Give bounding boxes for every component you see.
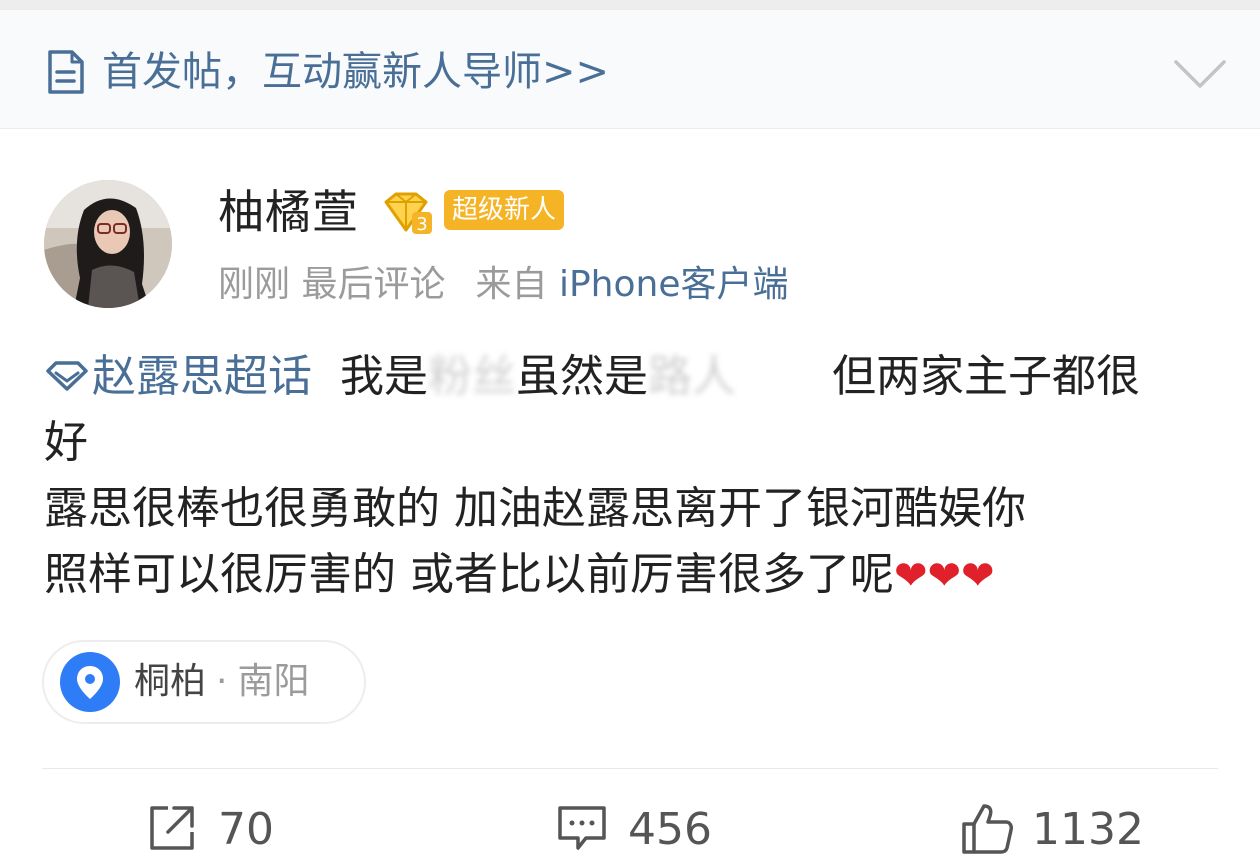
- new-post-notice-bar[interactable]: 首发帖，互动赢新人导师>>: [0, 10, 1260, 129]
- post-time: 刚刚: [218, 264, 291, 305]
- notice-text[interactable]: 首发帖，互动赢新人导师>>: [102, 46, 609, 98]
- avatar[interactable]: [44, 180, 172, 308]
- post-line-2: 好: [44, 417, 88, 468]
- top-strip: [0, 0, 1260, 10]
- share-icon: [150, 806, 194, 850]
- comment-count: 456: [628, 804, 712, 855]
- location-city: 南阳: [237, 661, 310, 702]
- post-text-4: 照样可以很厉害的 或者比以前厉害很多了呢: [44, 549, 894, 600]
- thumbs-up-icon: [962, 804, 1013, 854]
- heart-emojis: ❤❤❤: [894, 553, 995, 599]
- post-line-1: 赵露思超话 我是粉丝虽然是路人 但两家主子都很: [44, 344, 1224, 410]
- super-newbie-badge: 超级新人: [444, 190, 565, 230]
- topic-link[interactable]: 赵露思超话: [44, 351, 312, 402]
- svg-text:3: 3: [416, 214, 427, 235]
- last-comment-label: 最后评论: [301, 264, 446, 305]
- post-line-4: 照样可以很厉害的 或者比以前厉害很多了呢❤❤❤: [44, 542, 1224, 608]
- divider: [42, 768, 1218, 769]
- avatar-image: [44, 180, 172, 308]
- redacted-text-1: 粉丝: [427, 351, 516, 402]
- source-device-link[interactable]: iPhone客户端: [559, 264, 789, 305]
- topic-label[interactable]: 赵露思超话: [92, 351, 312, 402]
- post-text-1c: 但两家主子都很: [831, 351, 1140, 402]
- user-name[interactable]: 柚橘萱: [218, 182, 359, 242]
- location-place: 桐柏: [134, 661, 207, 702]
- document-icon: [48, 50, 84, 94]
- source-prefix: 来自: [475, 264, 548, 305]
- chevron-down-icon[interactable]: [1172, 58, 1228, 90]
- like-count: 1132: [1032, 804, 1144, 855]
- post-text-1b: 虽然是: [515, 351, 648, 402]
- comment-icon: [558, 806, 606, 850]
- location-pin-icon: [60, 652, 120, 712]
- location-chip[interactable]: 桐柏 · 南阳: [42, 640, 366, 724]
- location-separator: ·: [216, 661, 228, 702]
- repost-count: 70: [218, 804, 274, 855]
- post-text-1a: 我是: [339, 351, 428, 402]
- redacted-text-2: 路人: [647, 351, 736, 402]
- post-meta: 刚刚 最后评论 来自 iPhone客户端: [218, 260, 788, 310]
- post-line-3: 露思很棒也很勇敢的 加油赵露思离开了银河酷娱你: [44, 483, 1026, 534]
- super-topic-diamond-icon: [46, 361, 88, 391]
- post-body: 赵露思超话 我是粉丝虽然是路人 但两家主子都很 好 露思很棒也很勇敢的 加油赵露思…: [44, 344, 1224, 608]
- diamond-level-icon[interactable]: 3: [382, 190, 434, 236]
- location-text[interactable]: 桐柏 · 南阳: [134, 656, 309, 708]
